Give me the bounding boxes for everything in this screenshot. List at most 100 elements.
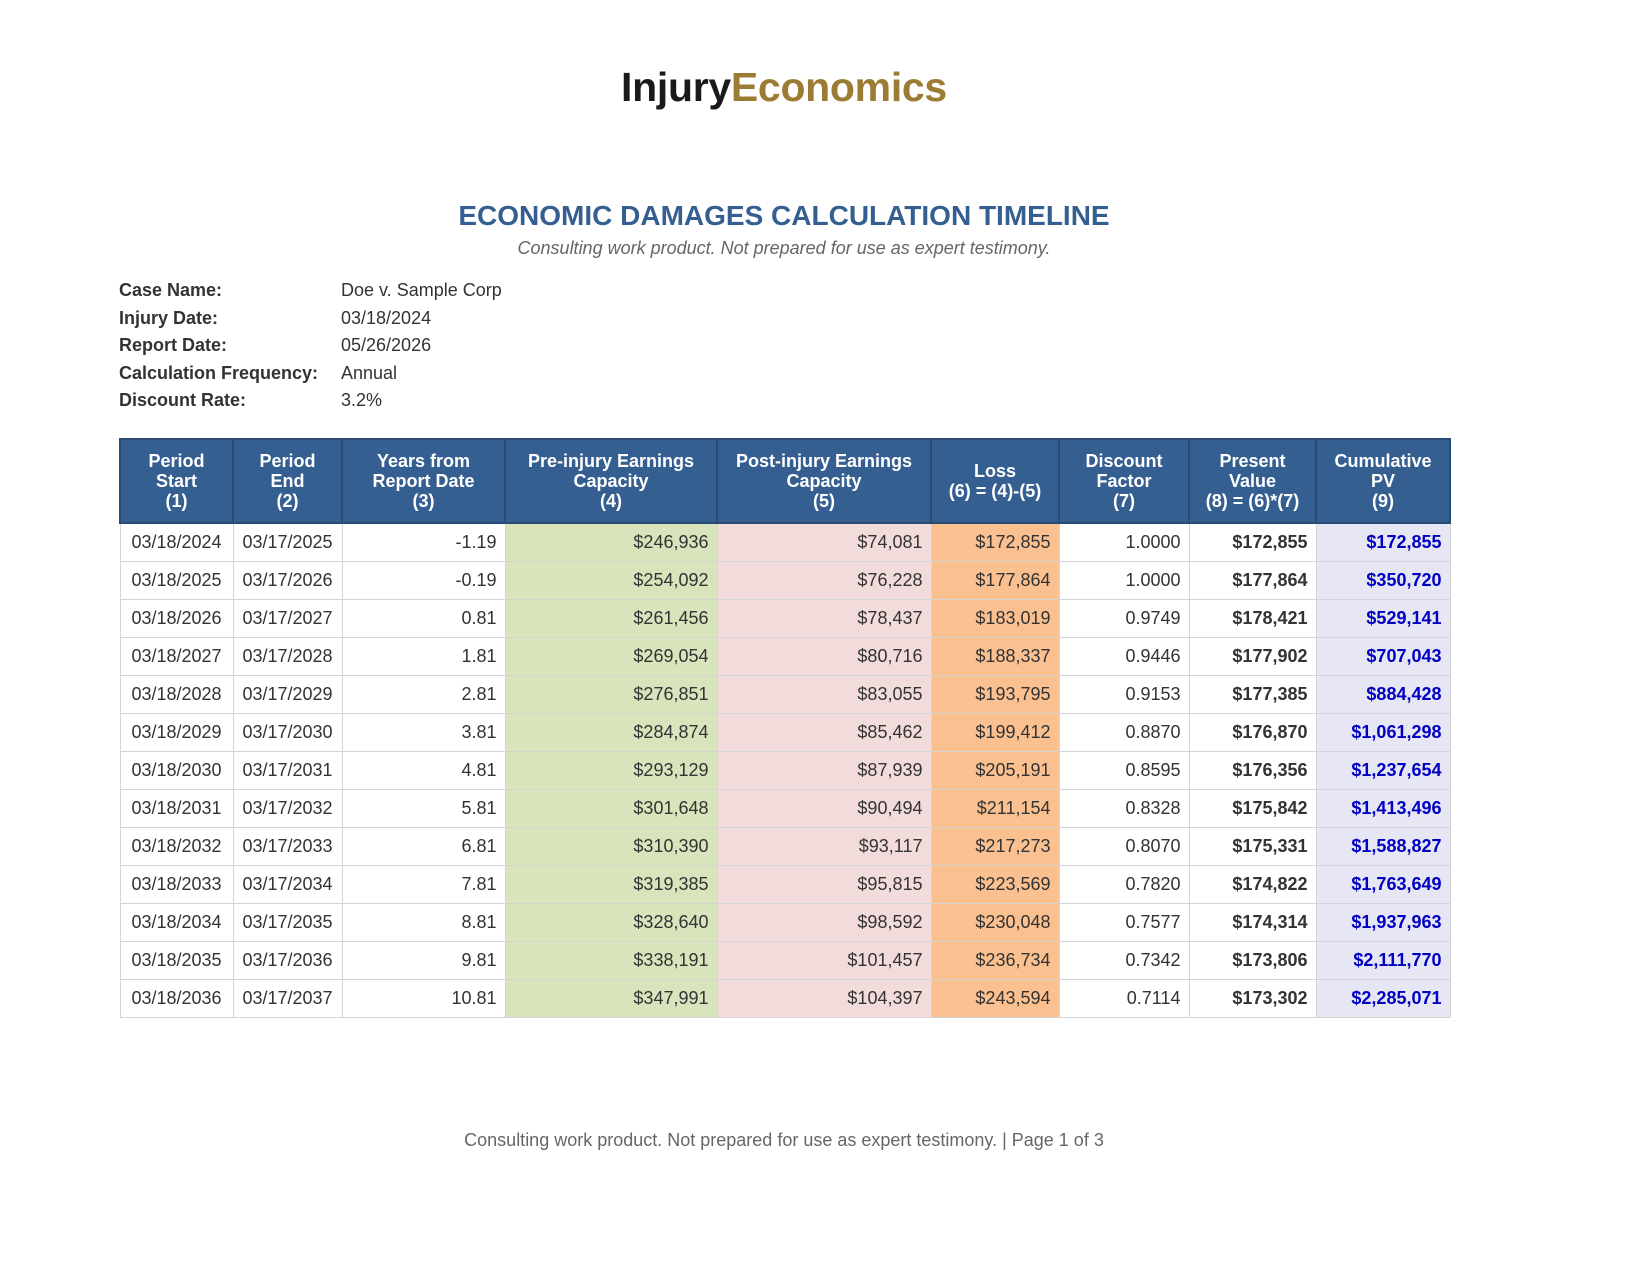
report-date-value: 05/26/2026 (341, 335, 432, 355)
report-date-label: Report Date: (119, 335, 228, 355)
cell-years-from-report: 10.81 (341, 979, 506, 1018)
column-header-line: Discount (1085, 451, 1163, 471)
cell-period-start: 03/18/2028 (119, 675, 234, 714)
cell-post-injury-earnings: $74,081 (716, 523, 932, 562)
cell-cumulative-pv: $1,413,496 (1315, 789, 1451, 828)
damages-timeline-table: Period Start (1) Period End (2) Years from Repo… (119, 438, 1451, 1018)
cell-period-start: 03/18/2025 (119, 561, 234, 600)
cell-discount-factor: 0.9749 (1058, 599, 1190, 638)
column-header-line: PV (1370, 471, 1395, 491)
table-row: 03/18/2030 03/17/2031 4.81 $293,129 $87,939 $… (119, 751, 1451, 790)
cell-cumulative-pv: $172,855 (1315, 523, 1451, 562)
cell-years-from-report: 9.81 (341, 941, 506, 980)
case-info-row: Case Name: Doe v. Sample Corp (119, 277, 502, 305)
cell-period-start: 03/18/2036 (119, 979, 234, 1018)
cell-cumulative-pv: $1,588,827 (1315, 827, 1451, 866)
table-row: 03/18/2027 03/17/2028 1.81 $269,054 $80,716 $… (119, 637, 1451, 676)
cell-present-value: $173,806 (1188, 941, 1317, 980)
cell-present-value: $175,331 (1188, 827, 1317, 866)
cell-period-start: 03/18/2026 (119, 599, 234, 638)
calculation-frequency-value: Annual (341, 362, 398, 383)
cell-present-value: $177,902 (1188, 637, 1317, 676)
cell-cumulative-pv: $1,061,298 (1315, 713, 1451, 752)
cell-cumulative-pv: $2,111,770 (1315, 941, 1451, 980)
cell-period-end: 03/17/2027 (232, 599, 343, 638)
column-header-post-injury-earnings: Post-injury Earnings Capacity (5) (716, 438, 932, 524)
cell-period-start: 03/18/2035 (119, 941, 234, 980)
cell-post-injury-earnings: $95,815 (716, 865, 932, 904)
cell-period-start: 03/18/2029 (119, 713, 234, 752)
cell-years-from-report: 1.81 (341, 637, 506, 676)
column-header-pre-injury-earnings: Pre-injury Earnings Capacity (4) (504, 438, 718, 524)
cell-period-end: 03/17/2029 (232, 675, 343, 714)
cell-period-start: 03/18/2024 (119, 523, 234, 562)
cell-years-from-report: 6.81 (341, 827, 506, 866)
case-name-label: Case Name: (119, 280, 223, 300)
column-header-present-value: Present Value (8) = (6)*(7) (1188, 438, 1317, 524)
cell-present-value: $172,855 (1188, 523, 1317, 562)
cell-cumulative-pv: $884,428 (1315, 675, 1451, 714)
column-header-line: (9) (1372, 491, 1394, 511)
cell-cumulative-pv: $1,763,649 (1315, 865, 1451, 904)
case-name-value: Doe v. Sample Corp (341, 280, 502, 300)
cell-post-injury-earnings: $98,592 (716, 903, 932, 942)
column-header-line: (3) (412, 491, 435, 511)
cell-pre-injury-earnings: $301,648 (504, 789, 718, 828)
cell-period-end: 03/17/2026 (232, 561, 343, 600)
cell-pre-injury-earnings: $254,092 (504, 561, 718, 600)
cell-discount-factor: 0.7342 (1058, 941, 1190, 980)
cell-pre-injury-earnings: $246,936 (504, 523, 718, 562)
column-header-line: (8) = (6)*(7) (1205, 491, 1300, 511)
table-row: 03/18/2024 03/17/2025 -1.19 $246,936 $74,081… (119, 523, 1451, 562)
cell-years-from-report: -0.19 (341, 561, 506, 600)
cell-period-end: 03/17/2037 (232, 979, 343, 1018)
cell-pre-injury-earnings: $284,874 (504, 713, 718, 752)
column-header-line: (5) (813, 491, 835, 511)
cell-period-start: 03/18/2032 (119, 827, 234, 866)
case-info-row: Injury Date: 03/18/2024 (119, 305, 502, 333)
table-row: 03/18/2026 03/17/2027 0.81 $261,456 $78,437 $… (119, 599, 1451, 638)
column-header-line: Report Date (372, 471, 475, 491)
column-header-period-end: Period End (2) (232, 438, 343, 524)
cell-loss: $177,864 (930, 561, 1060, 600)
column-header-line: Period (148, 451, 205, 471)
cell-years-from-report: 5.81 (341, 789, 506, 828)
table-row: 03/18/2031 03/17/2032 5.81 $301,648 $90,494 $… (119, 789, 1451, 828)
cell-years-from-report: -1.19 (341, 523, 506, 562)
cell-period-start: 03/18/2033 (119, 865, 234, 904)
cell-discount-factor: 0.9153 (1058, 675, 1190, 714)
column-header-line: (7) (1113, 491, 1135, 511)
column-header-line: End (270, 471, 305, 491)
column-header-loss: Loss (6) = (4)-(5) (930, 438, 1060, 524)
cell-post-injury-earnings: $101,457 (716, 941, 932, 980)
company-logo: InjuryEconomics (0, 64, 1568, 111)
logo-text-injury: Injury (621, 64, 731, 110)
table-row: 03/18/2029 03/17/2030 3.81 $284,874 $85,462 $… (119, 713, 1451, 752)
cell-pre-injury-earnings: $347,991 (504, 979, 718, 1018)
cell-period-end: 03/17/2025 (232, 523, 343, 562)
cell-pre-injury-earnings: $319,385 (504, 865, 718, 904)
column-header-line: Period (259, 451, 316, 471)
cell-cumulative-pv: $1,937,963 (1315, 903, 1451, 942)
cell-period-end: 03/17/2031 (232, 751, 343, 790)
cell-years-from-report: 4.81 (341, 751, 506, 790)
injury-date-value: 03/18/2024 (341, 307, 432, 328)
column-header-line: Years from (376, 451, 471, 471)
cell-post-injury-earnings: $76,228 (716, 561, 932, 600)
cell-period-start: 03/18/2027 (119, 637, 234, 676)
case-info: Case Name: Doe v. Sample Corp Injury Dat… (119, 277, 502, 415)
cell-period-end: 03/17/2030 (232, 713, 343, 752)
discount-rate-label: Discount Rate: (119, 390, 247, 410)
cell-present-value: $173,302 (1188, 979, 1317, 1018)
cell-pre-injury-earnings: $261,456 (504, 599, 718, 638)
cell-period-start: 03/18/2034 (119, 903, 234, 942)
table-row: 03/18/2033 03/17/2034 7.81 $319,385 $95,815 $… (119, 865, 1451, 904)
cell-loss: $236,734 (930, 941, 1060, 980)
cell-period-start: 03/18/2030 (119, 751, 234, 790)
cell-post-injury-earnings: $80,716 (716, 637, 932, 676)
cell-discount-factor: 0.9446 (1058, 637, 1190, 676)
cell-loss: $243,594 (930, 979, 1060, 1018)
cell-discount-factor: 0.7114 (1058, 979, 1190, 1018)
cell-loss: $230,048 (930, 903, 1060, 942)
page-title: ECONOMIC DAMAGES CALCULATION TIMELINE (458, 200, 1110, 231)
